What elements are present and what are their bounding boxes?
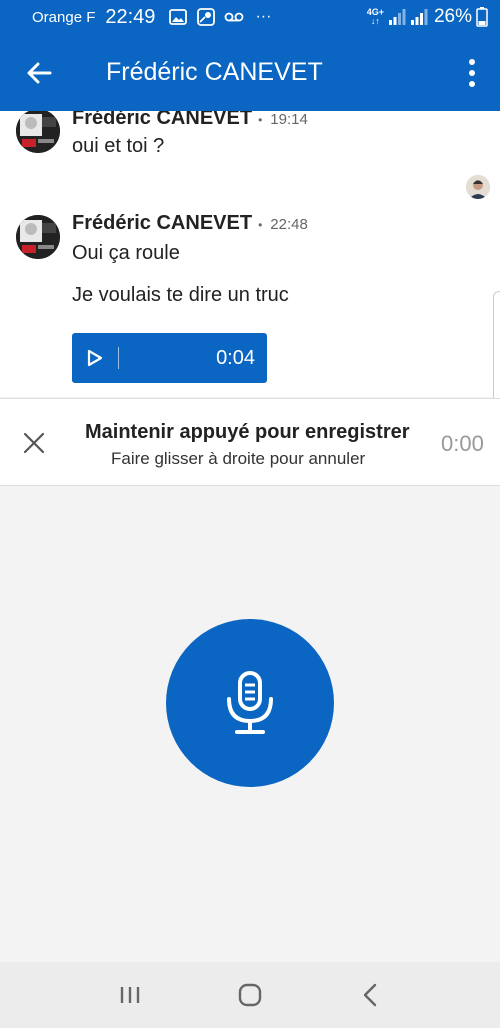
recording-cancel-hint: Faire glisser à droite pour annuler	[111, 449, 366, 468]
recording-hint: Maintenir appuyé pour enregistrer	[85, 421, 410, 443]
home-button[interactable]	[220, 970, 280, 1020]
back-button[interactable]	[0, 34, 78, 111]
signal-strength-icon	[388, 8, 406, 26]
sender-name-text: Frédéric CANEVET	[72, 111, 253, 129]
recorder-panel	[0, 486, 500, 962]
sender-name: Frédéric CANEVET 19:14	[72, 111, 308, 130]
more-notifications-icon: ···	[255, 8, 272, 25]
record-button[interactable]	[166, 619, 334, 787]
sender-name-text: Frédéric CANEVET	[72, 212, 253, 234]
read-receipt-avatar	[466, 175, 490, 199]
audio-progress-track[interactable]	[118, 347, 119, 369]
battery-icon	[476, 7, 488, 27]
carrier-label: Orange F	[32, 8, 96, 26]
system-nav-bar	[0, 962, 500, 1028]
recording-bar: Maintenir appuyé pour enregistrer Faire …	[0, 398, 500, 486]
gallery-notification-icon	[167, 8, 189, 26]
microphone-icon	[224, 671, 276, 735]
cancel-recording-button[interactable]	[14, 423, 54, 463]
home-icon	[238, 983, 262, 1007]
message-list[interactable]: Frédéric CANEVET 19:14 oui et toi ? Frédé…	[0, 111, 500, 397]
maps-notification-icon	[195, 8, 217, 26]
more-options-button[interactable]	[444, 34, 500, 111]
back-icon	[363, 983, 377, 1007]
play-icon	[87, 349, 103, 367]
avatar[interactable]	[16, 111, 60, 153]
battery-percent: 26%	[433, 6, 472, 27]
message-time: 22:48	[258, 216, 308, 233]
app-bar: Frédéric CANEVET	[0, 34, 500, 111]
status-bar: Orange F 22:49 ··· 4G+ ↓↑ 26%	[0, 0, 500, 34]
arrow-left-icon	[26, 62, 52, 84]
status-time: 22:49	[105, 5, 156, 28]
voicemail-icon	[223, 8, 245, 26]
message-text: Oui ça roule	[72, 242, 180, 264]
recent-apps-button[interactable]	[100, 970, 160, 1020]
network-activity-icon: ↓↑	[370, 16, 380, 26]
more-vertical-icon	[468, 58, 476, 88]
audio-message[interactable]: 0:04	[72, 333, 267, 383]
recent-apps-icon	[119, 985, 141, 1005]
signal-strength-2-icon	[410, 8, 428, 26]
avatar[interactable]	[16, 215, 60, 259]
nav-back-button[interactable]	[340, 970, 400, 1020]
network-type: 4G+ ↓↑	[367, 8, 384, 26]
conversation-title: Frédéric CANEVET	[106, 58, 323, 86]
message-text: oui et toi ?	[72, 135, 165, 157]
message-time: 19:14	[258, 111, 308, 128]
recording-timer: 0:00	[441, 431, 484, 456]
audio-duration: 0:04	[216, 346, 255, 369]
play-button[interactable]	[72, 333, 118, 383]
sender-name: Frédéric CANEVET 22:48	[72, 212, 308, 235]
close-icon	[22, 431, 46, 455]
message-text: Je voulais te dire un truc	[72, 284, 289, 306]
